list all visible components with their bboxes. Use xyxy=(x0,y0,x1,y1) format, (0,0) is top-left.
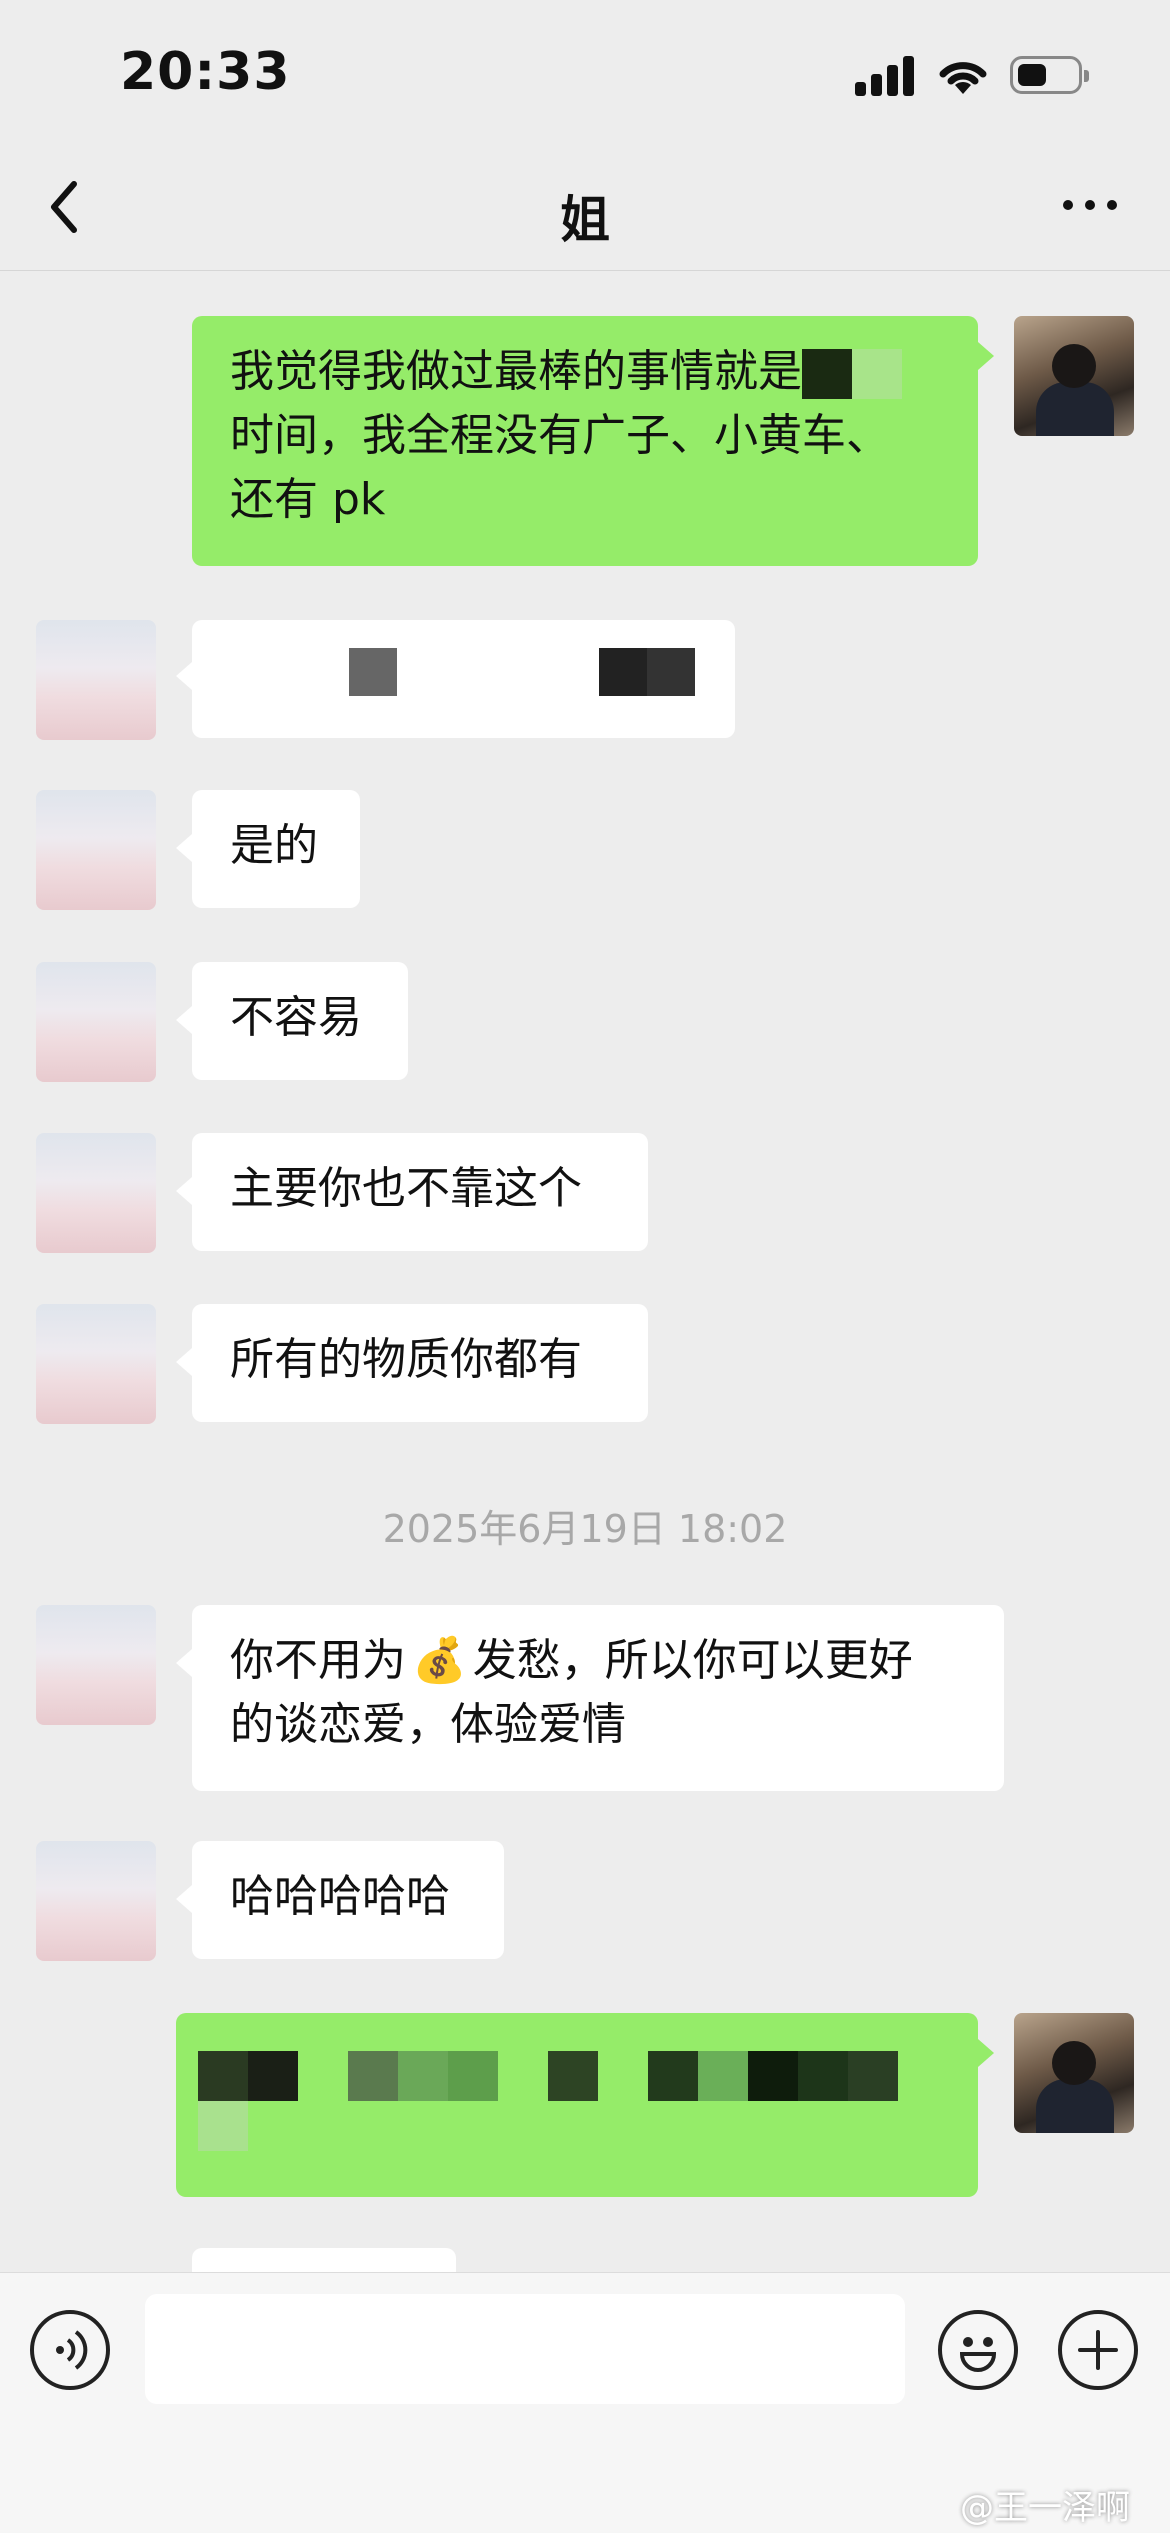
my-avatar[interactable] xyxy=(1014,316,1134,436)
bubble-tail xyxy=(176,1177,192,1205)
message-text: 发愁，所以你可以更好 xyxy=(472,1635,913,1686)
sent-message-bubble[interactable]: 我觉得我做过最棒的事情就是 时间，我全程没有广子、小黄车、 还有 pk xyxy=(192,316,978,566)
redacted-pixel-block xyxy=(349,648,397,696)
my-avatar[interactable] xyxy=(1014,2013,1134,2133)
emoji-button[interactable] xyxy=(938,2310,1018,2390)
redacted-pixel-block xyxy=(798,2051,848,2101)
bubble-tail xyxy=(176,662,192,690)
message-text: 主要你也不靠这个 xyxy=(230,1163,582,1214)
contact-avatar[interactable] xyxy=(36,1133,156,1253)
message-text: 的谈恋爱，体验爱情 xyxy=(230,1699,626,1750)
message-text: 还有 pk xyxy=(230,474,386,525)
contact-avatar[interactable] xyxy=(36,1605,156,1725)
redacted-pixel-block xyxy=(698,2051,748,2101)
message-text: 不容易 xyxy=(230,992,362,1043)
redacted-pixel-block xyxy=(448,2051,498,2101)
redacted-pixel-block xyxy=(852,349,902,399)
smiley-icon xyxy=(959,2337,997,2372)
bubble-tail xyxy=(176,834,192,862)
message-text: 哈哈哈哈哈 xyxy=(230,1871,450,1922)
redacted-pixel-block xyxy=(647,648,695,696)
battery-icon xyxy=(1010,56,1089,94)
bubble-tail xyxy=(978,342,994,370)
received-message-bubble[interactable]: 主要你也不靠这个 xyxy=(192,1133,648,1251)
more-actions-button[interactable] xyxy=(1058,2310,1138,2390)
redacted-pixel-block xyxy=(198,2051,248,2101)
received-message-bubble[interactable]: 不容易 xyxy=(192,962,408,1080)
message-input[interactable] xyxy=(145,2294,905,2404)
redacted-pixel-block xyxy=(848,2051,898,2101)
cellular-signal-icon xyxy=(855,56,915,96)
redacted-pixel-block xyxy=(802,349,852,399)
contact-avatar[interactable] xyxy=(36,962,156,1082)
chat-title: 姐 xyxy=(560,191,610,249)
received-message-bubble[interactable]: 哈哈哈哈哈 xyxy=(192,1841,504,1959)
received-message-bubble[interactable]: 所有的物质你都有 xyxy=(192,1304,648,1422)
bubble-tail xyxy=(176,1006,192,1034)
money-bag-emoji: 💰 xyxy=(412,1635,467,1686)
contact-avatar[interactable] xyxy=(36,790,156,910)
redacted-pixel-block xyxy=(398,2051,448,2101)
more-options-icon[interactable] xyxy=(1060,185,1120,225)
bubble-tail xyxy=(176,1348,192,1376)
redacted-pixel-block xyxy=(599,648,647,696)
message-text: 我觉得我做过最棒的事情就是 xyxy=(230,346,802,397)
redacted-pixel-block xyxy=(548,2051,598,2101)
received-message-bubble[interactable] xyxy=(192,620,735,738)
contact-avatar[interactable] xyxy=(36,1841,156,1961)
message-text: 所有的物质你都有 xyxy=(230,1334,582,1385)
voice-icon xyxy=(56,2330,88,2370)
message-text: 你不用为 xyxy=(230,1635,406,1686)
redacted-pixel-block xyxy=(198,2101,248,2151)
contact-avatar[interactable] xyxy=(36,1304,156,1424)
received-message-bubble[interactable]: 是的 xyxy=(192,790,360,908)
redacted-pixel-block xyxy=(748,2051,798,2101)
sent-message-bubble[interactable] xyxy=(176,2013,978,2197)
redacted-pixel-block xyxy=(248,2051,298,2101)
wifi-icon xyxy=(939,62,987,94)
bubble-tail xyxy=(978,2039,994,2067)
bubble-tail xyxy=(176,1649,192,1677)
redacted-pixel-block xyxy=(348,2051,398,2101)
watermark: @王一泽啊 xyxy=(960,2488,1130,2528)
redacted-pixel-block xyxy=(648,2051,698,2101)
message-text: 时间，我全程没有广子、小黄车、 xyxy=(230,410,890,461)
status-time: 20:33 xyxy=(120,42,291,102)
chat-timestamp: 2025年6月19日 18:02 xyxy=(382,1507,788,1551)
bubble-tail xyxy=(176,1885,192,1913)
contact-avatar[interactable] xyxy=(36,620,156,740)
message-text: 是的 xyxy=(230,820,318,871)
plus-icon xyxy=(1078,2330,1118,2370)
received-message-bubble[interactable]: 你不用为 💰 发愁，所以你可以更好 的谈恋爱，体验爱情 xyxy=(192,1605,1004,1791)
voice-input-button[interactable] xyxy=(30,2310,110,2390)
